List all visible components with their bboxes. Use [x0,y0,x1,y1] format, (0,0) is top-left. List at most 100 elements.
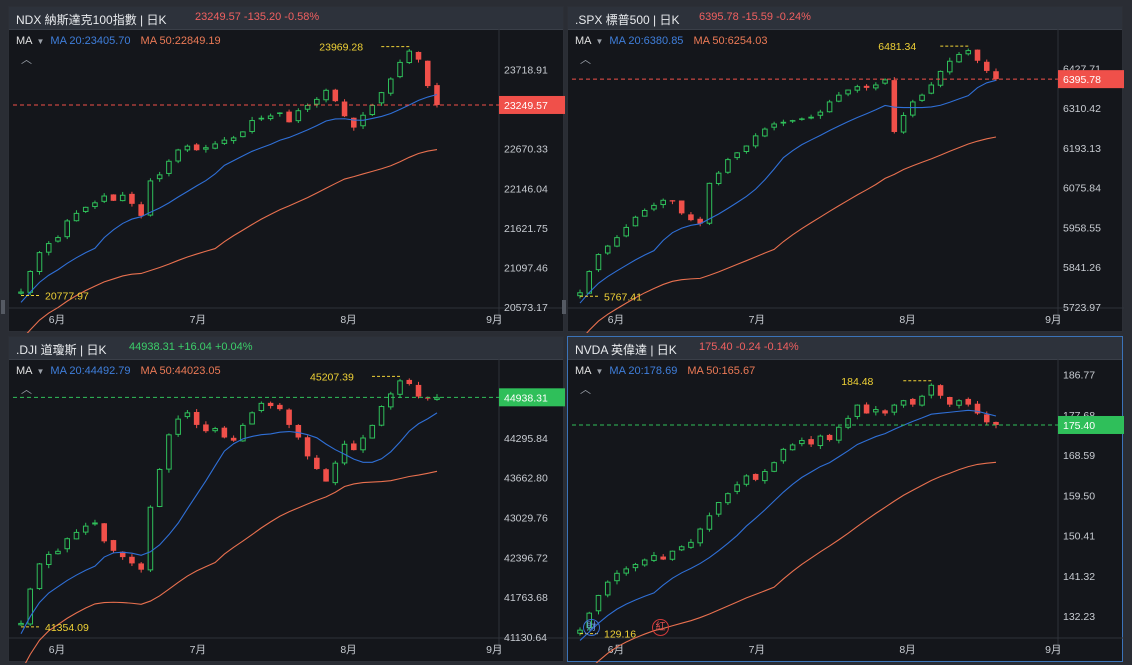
candle-body [910,101,916,116]
candles [18,48,440,296]
candle-body [277,112,283,114]
candle-body [836,426,842,441]
x-tick-label: 6月 [608,314,624,326]
candle-body [632,216,639,227]
candle-body [641,559,648,566]
candle-body [873,84,879,89]
candle-body [295,110,302,122]
candle-body [258,117,265,120]
candle-body [295,424,302,438]
candle-body [267,402,274,407]
x-tick-label: 8月 [340,314,356,326]
x-tick-label: 6月 [608,644,624,656]
candle-body [780,448,787,462]
x-tick-label: 9月 [1045,314,1061,326]
candle-body [82,525,89,533]
y-tick-label: 22146.04 [504,183,548,195]
y-tick-label: 5841.26 [1063,262,1101,274]
candle-body [166,160,172,174]
x-tick-label: 9月 [1045,644,1061,656]
candle-body [369,424,376,439]
ma20-line [579,409,997,641]
candle-body [332,462,339,484]
candle-body [415,384,422,397]
candle-body [212,143,218,149]
candle-body [789,444,796,451]
candle-body [323,469,329,482]
candle-body [73,212,80,222]
y-tick-label: 23718.91 [504,65,548,77]
low-marker-label: 129.16 [604,629,636,641]
x-tick-label: 7月 [749,314,765,326]
candle-body [175,149,181,162]
candle-body [919,94,925,101]
resize-handle-left[interactable] [1,300,5,314]
chart-panel-nvda[interactable]: NVDA 英偉達 | 日K 175.40 -0.24 -0.14% MA ▼ MA … [567,336,1124,663]
y-tick-label: 43662.80 [504,473,548,485]
current-price-label: 23249.57 [504,100,548,112]
candle-body [854,404,861,417]
y-tick-label: 5958.55 [1063,222,1101,234]
candle-body [341,101,348,117]
candle-body [166,434,172,470]
candle-body [92,522,98,525]
candlestick-chart[interactable]: 23718.9123194.3222670.3322146.0421621.75… [9,7,565,333]
candle-body [993,71,999,80]
candle-body [799,440,805,445]
y-tick-label: 42396.72 [504,552,548,564]
chart-panel-ndx[interactable]: NDX 納斯達克100指數 | 日K 23249.57 -135.20 -0.5… [8,6,565,333]
candle-body [965,50,972,55]
candle-body [577,629,583,634]
candle-body [378,92,385,104]
y-tick-label: 5723.97 [1063,302,1101,314]
dividend-badge[interactable]: 紅 [652,619,669,636]
candlestick-chart[interactable]: 44295.84 43662.80 43029.76 42396.72 41763.68… [9,337,565,663]
candle-body [18,291,24,294]
candle-body [660,556,666,560]
candle-body [854,86,861,91]
candle-body [277,404,283,410]
candle-body [688,214,694,221]
candle-body [184,145,191,151]
candle-body [743,145,750,153]
candle-body [900,400,907,406]
resize-handle-center[interactable] [562,300,566,314]
candle-body [304,437,311,457]
candle-body [286,409,292,425]
chart-panel-dji[interactable]: .DJI 道瓊斯 | 日K 44938.31 +16.04 +0.04% MA ▼… [8,336,565,663]
candle-body [919,395,925,406]
candle-body [863,404,870,414]
candle-body [983,61,990,71]
candle-body [752,135,759,147]
y-tick-label: 186.77 [1063,370,1095,382]
candle-body [604,245,611,254]
candle-body [678,200,685,214]
candle-body [586,271,593,294]
x-tick-label: 8月 [899,314,915,326]
candle-body [230,137,237,142]
earnings-badge[interactable]: 財 [583,619,600,636]
x-tick-label: 9月 [486,644,502,656]
chart-panel-spx[interactable]: .SPX 標普500 | 日K 6395.78 -15.59 -0.24% MA… [567,6,1124,333]
candle-body [836,94,842,102]
candle-body [129,193,135,204]
candle-body [595,254,602,271]
y-tick-label: 168.59 [1063,450,1095,462]
ma50-line [26,149,438,333]
candle-body [651,555,657,561]
candle-body [965,398,972,405]
candle-body [388,78,394,94]
candle-body [73,531,80,540]
y-tick-label: 44295.84 [504,433,548,445]
ma50-line [586,136,997,333]
candle-body [240,131,246,138]
candle-body [18,622,24,626]
high-marker-label: 45207.39 [310,371,354,383]
candle-body [983,414,990,423]
candle-body [808,116,814,119]
candlestick-chart[interactable]: 6427.716310.426193.136075.845958.555841.… [568,7,1124,333]
candle-body [193,411,200,425]
candlestick-chart[interactable]: 186.77177.68168.59159.50150.41141.32132.… [568,337,1124,663]
candle-body [947,60,953,73]
candle-body [101,195,107,202]
